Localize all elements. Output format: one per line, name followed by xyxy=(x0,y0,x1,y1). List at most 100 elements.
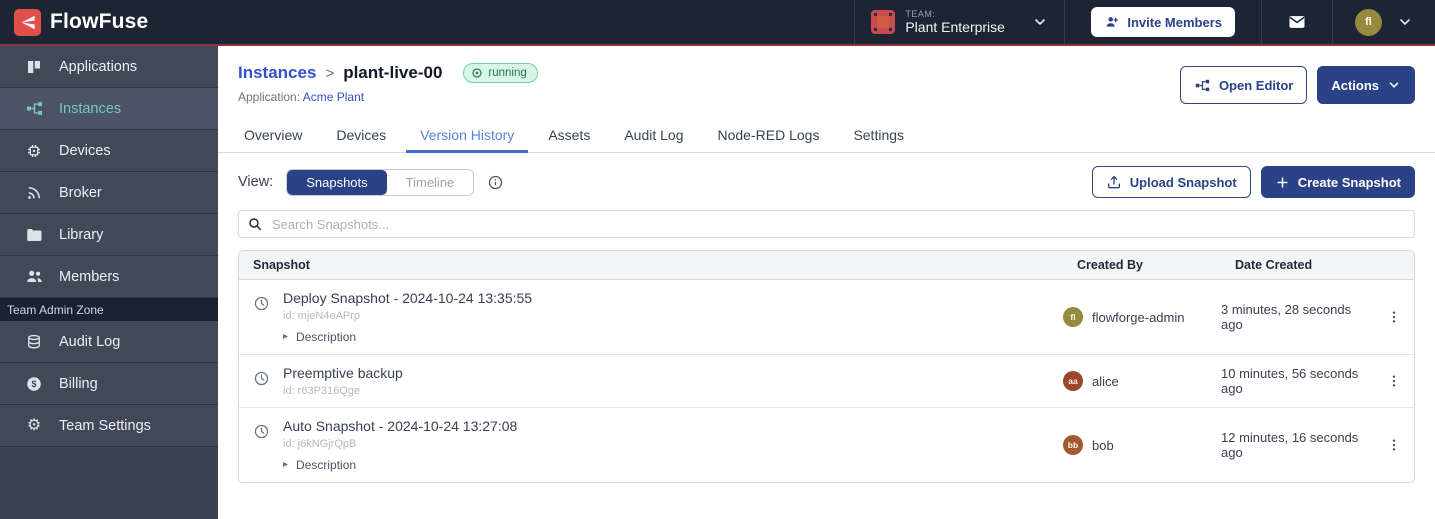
mail-button[interactable] xyxy=(1261,0,1332,44)
clock-icon xyxy=(253,295,270,344)
table-row: Auto Snapshot - 2024-10-24 13:27:08 id: … xyxy=(239,408,1414,482)
tab-overview[interactable]: Overview xyxy=(230,118,316,153)
sidebar-item-label: Billing xyxy=(59,376,98,392)
snapshot-title: Preemptive backup xyxy=(283,365,403,381)
user-avatar: fl xyxy=(1355,9,1382,36)
sidebar-item-billing[interactable]: $ Billing xyxy=(0,363,218,405)
chevron-down-icon xyxy=(1387,78,1401,92)
sidebar-item-label: Applications xyxy=(59,59,137,75)
tab-bar: Overview Devices Version History Assets … xyxy=(218,118,1435,153)
sidebar-item-team-settings[interactable]: ⚙ Team Settings xyxy=(0,405,218,447)
user-plus-icon xyxy=(1104,14,1120,30)
actions-button[interactable]: Actions xyxy=(1317,66,1415,104)
tab-version-history[interactable]: Version History xyxy=(406,118,528,153)
team-selector[interactable]: TEAM: Plant Enterprise xyxy=(854,0,1064,44)
breadcrumb-instances-link[interactable]: Instances xyxy=(238,63,316,83)
table-header: Snapshot Created By Date Created xyxy=(239,251,1414,280)
avatar: bb xyxy=(1063,435,1083,455)
instances-icon xyxy=(24,99,44,118)
create-snapshot-button[interactable]: Create Snapshot xyxy=(1261,166,1415,198)
search-bar xyxy=(238,210,1415,238)
date-created: 3 minutes, 28 seconds ago xyxy=(1221,302,1373,332)
created-by-name: alice xyxy=(1092,374,1119,389)
tab-audit-log[interactable]: Audit Log xyxy=(610,118,697,153)
created-by-name: bob xyxy=(1092,438,1114,453)
created-by-name: flowforge-admin xyxy=(1092,310,1185,325)
broadcast-icon xyxy=(24,184,44,202)
flowfuse-logo[interactable]: FlowFuse xyxy=(0,9,148,36)
team-admin-zone-label: Team Admin Zone xyxy=(0,298,218,321)
table-row: Preemptive backup id: r63P316Qge aa alic… xyxy=(239,355,1414,408)
avatar: fl xyxy=(1063,307,1083,327)
plus-icon xyxy=(1275,175,1290,190)
row-actions-kebab-icon[interactable] xyxy=(1373,309,1414,325)
date-created: 10 minutes, 56 seconds ago xyxy=(1221,366,1373,396)
chip-icon xyxy=(24,142,44,160)
search-input[interactable] xyxy=(272,217,1406,232)
breadcrumb-separator: > xyxy=(325,65,334,82)
snapshot-id: id: r63P316Qge xyxy=(283,385,403,397)
column-header-snapshot: Snapshot xyxy=(239,251,1063,279)
view-toggle-timeline[interactable]: Timeline xyxy=(387,170,474,195)
row-actions-kebab-icon[interactable] xyxy=(1373,437,1414,453)
top-navbar: FlowFuse TEAM: Plant Enterprise Invite M… xyxy=(0,0,1435,44)
view-label: View: xyxy=(238,174,273,190)
folder-icon xyxy=(24,226,44,244)
sidebar-item-members[interactable]: Members xyxy=(0,256,218,298)
clock-icon xyxy=(253,423,270,472)
view-toggle-snapshots[interactable]: Snapshots xyxy=(287,170,386,195)
date-created: 12 minutes, 16 seconds ago xyxy=(1221,430,1373,460)
triangle-right-icon: ▸ xyxy=(283,332,288,342)
tab-settings[interactable]: Settings xyxy=(839,118,918,153)
tab-devices[interactable]: Devices xyxy=(322,118,400,153)
actions-label: Actions xyxy=(1331,78,1379,93)
sidebar-item-label: Devices xyxy=(59,143,111,159)
tab-node-red-logs[interactable]: Node-RED Logs xyxy=(704,118,834,153)
chevron-down-icon xyxy=(1397,14,1413,30)
instances-icon xyxy=(1194,77,1211,94)
column-header-date-created: Date Created xyxy=(1221,251,1373,279)
snapshot-title: Auto Snapshot - 2024-10-24 13:27:08 xyxy=(283,418,517,434)
flowfuse-logo-icon xyxy=(14,9,41,36)
snapshot-title: Deploy Snapshot - 2024-10-24 13:35:55 xyxy=(283,290,532,306)
info-icon[interactable] xyxy=(487,174,504,191)
description-label: Description xyxy=(296,458,356,472)
users-icon xyxy=(24,267,44,286)
row-actions-kebab-icon[interactable] xyxy=(1373,373,1414,389)
main-content: Instances > plant-live-00 running Applic… xyxy=(218,46,1435,519)
sidebar-item-devices[interactable]: Devices xyxy=(0,130,218,172)
sidebar-item-library[interactable]: Library xyxy=(0,214,218,256)
sidebar-item-applications[interactable]: Applications xyxy=(0,46,218,88)
snapshot-id: id: j6kNGjrQpB xyxy=(283,438,517,450)
description-toggle[interactable]: ▸ Description xyxy=(283,458,517,472)
upload-snapshot-label: Upload Snapshot xyxy=(1130,175,1237,190)
tab-assets[interactable]: Assets xyxy=(534,118,604,153)
avatar: aa xyxy=(1063,371,1083,391)
database-icon xyxy=(24,333,44,351)
team-name: Plant Enterprise xyxy=(905,19,1005,35)
page-title: plant-live-00 xyxy=(343,63,442,83)
description-toggle[interactable]: ▸ Description xyxy=(283,330,532,344)
mail-icon xyxy=(1287,12,1307,32)
sidebar-item-label: Team Settings xyxy=(59,418,151,434)
user-menu[interactable]: fl xyxy=(1332,0,1435,44)
sidebar-item-audit-log[interactable]: Audit Log xyxy=(0,321,218,363)
search-icon xyxy=(247,216,263,232)
brand-name: FlowFuse xyxy=(50,10,148,34)
application-link[interactable]: Acme Plant xyxy=(303,90,364,104)
sidebar-item-label: Members xyxy=(59,269,119,285)
breadcrumb: Instances > plant-live-00 running xyxy=(238,63,538,83)
sidebar-item-broker[interactable]: Broker xyxy=(0,172,218,214)
invite-members-button[interactable]: Invite Members xyxy=(1091,7,1235,37)
team-identicon xyxy=(871,10,895,34)
open-editor-button[interactable]: Open Editor xyxy=(1180,66,1307,104)
description-label: Description xyxy=(296,330,356,344)
sidebar-item-instances[interactable]: Instances xyxy=(0,88,218,130)
upload-snapshot-button[interactable]: Upload Snapshot xyxy=(1092,166,1251,198)
applications-icon xyxy=(24,58,44,76)
column-header-created-by: Created By xyxy=(1063,251,1221,279)
table-row: Deploy Snapshot - 2024-10-24 13:35:55 id… xyxy=(239,280,1414,355)
status-badge-label: running xyxy=(488,67,526,79)
invite-members-label: Invite Members xyxy=(1127,15,1222,30)
sidebar-item-label: Audit Log xyxy=(59,334,120,350)
